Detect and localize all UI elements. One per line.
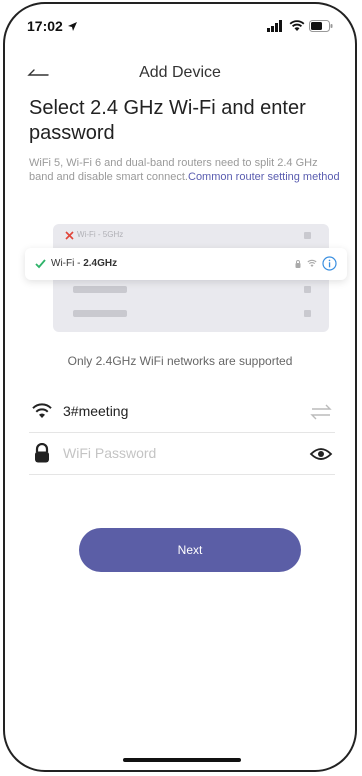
band-24ghz-label: Wi-Fi - 2.4GHz [51,258,117,269]
page-title: Add Device [139,64,221,81]
wifi-icon [289,20,305,31]
status-bar: 17:02 [27,18,333,38]
band-5ghz-label: Wi-Fi - 5GHz [77,230,124,239]
router-setting-link[interactable]: Common router setting method [188,171,340,183]
eye-icon[interactable] [309,444,333,464]
check-icon [35,259,46,269]
band-24ghz-value: 2.4GHz [83,258,118,269]
status-time: 17:02 [27,18,63,34]
location-arrow-icon [68,22,77,31]
router-row-blank [63,308,319,320]
router-row-5ghz: Wi-Fi - 5GHz [63,230,319,242]
battery-icon [309,20,333,32]
cross-icon [65,231,74,240]
wifi-network-field[interactable]: 3#meeting [29,392,335,433]
router-bar [73,286,127,293]
router-dot [304,310,311,317]
home-indicator [123,758,241,762]
password-input[interactable] [63,442,293,464]
router-row-blank [63,284,319,296]
nav-bar: Add Device [5,60,355,88]
supported-note: Only 2.4GHz WiFi networks are supported [67,354,293,368]
phone-frame: 17:02 Add Device Select 2.4 GHz Wi-Fi an… [3,2,357,772]
wifi-password-field[interactable] [29,434,335,475]
description: WiFi 5, Wi-Fi 6 and dual-band routers ne… [29,156,341,184]
info-icon[interactable] [322,256,337,271]
wifi-icon [32,403,52,418]
band-24ghz-prefix: Wi-Fi - [51,258,84,269]
wifi-ssid: 3#meeting [63,403,129,419]
wifi-24ghz-card: Wi-Fi - 2.4GHz [25,248,347,280]
router-dot [304,286,311,293]
switch-network-icon[interactable] [309,402,333,422]
router-dot [304,232,311,239]
router-bar [73,310,127,317]
status-icons [267,20,333,32]
lock-icon [295,260,301,268]
wifi-icon [307,259,317,267]
lock-icon [35,443,49,463]
signal-icon [267,20,282,32]
heading: Select 2.4 GHz Wi-Fi and enter password [29,97,306,144]
next-button[interactable]: Next [79,528,301,572]
